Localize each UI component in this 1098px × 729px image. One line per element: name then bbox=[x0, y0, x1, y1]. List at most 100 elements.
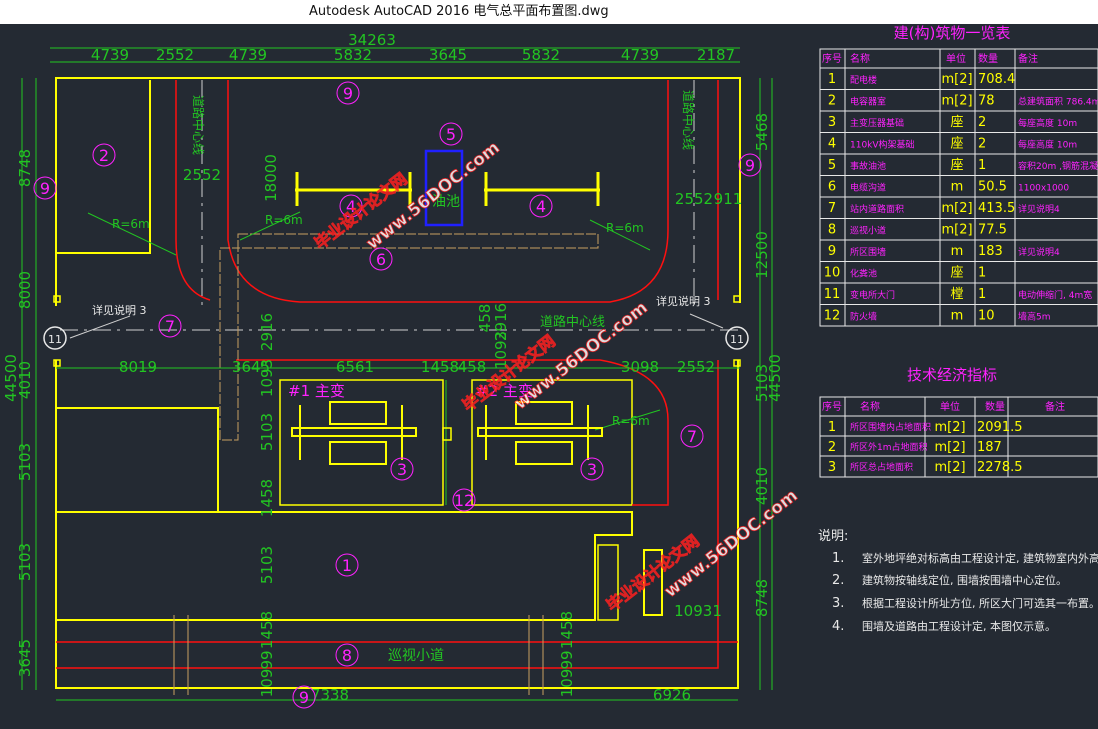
tech-cell: 2091.5 bbox=[977, 420, 1023, 435]
radius-label: R=6m bbox=[612, 414, 650, 428]
tech-cell: m[2] bbox=[934, 420, 965, 435]
transformer-1 bbox=[291, 401, 417, 465]
dim-top-seg: 4739 bbox=[229, 46, 267, 64]
building-cell: m bbox=[951, 244, 964, 259]
building-cell: 2 bbox=[828, 94, 836, 109]
notes-title: 说明: bbox=[818, 529, 848, 544]
building-header: 序号 bbox=[822, 52, 842, 65]
dim-vertical-mid: 99 bbox=[258, 650, 276, 669]
dim-upper: 18000 bbox=[262, 154, 280, 202]
building-cell: 总建筑面积 786.4m bbox=[1018, 96, 1098, 108]
building-capacitor-room bbox=[55, 407, 219, 513]
dim-mid: 458 bbox=[458, 358, 487, 376]
tech-table: 技术经济指标 序号 名称 单位 数量 备注 1 2 3 m[2] m[2] m[… bbox=[819, 366, 1098, 478]
callout-number: 4 bbox=[536, 197, 546, 216]
dim-right: 5468 bbox=[753, 113, 771, 151]
tech-header: 备注 bbox=[1045, 400, 1065, 413]
building-cell: 电容器室 bbox=[850, 96, 886, 108]
tech-cell: m[2] bbox=[934, 460, 965, 475]
building-header: 单位 bbox=[946, 52, 966, 65]
dim-top-seg: 4739 bbox=[621, 46, 659, 64]
dim-left: 8748 bbox=[16, 149, 34, 187]
building-cell: 77.5 bbox=[978, 223, 1007, 238]
dim-bottom: 6926 bbox=[653, 686, 691, 704]
dim-right: 12500 bbox=[753, 231, 771, 279]
building-cell: 座 bbox=[950, 158, 963, 173]
building-cell: 防火墙 bbox=[850, 311, 877, 323]
watermarks: www.56DOC.com 毕业设计论文网 www.56DOC.com 毕业设计… bbox=[310, 137, 802, 615]
building-cell: m[2] bbox=[941, 223, 972, 238]
note-text: 建筑物按轴线定位, 围墙按围墙中心定位。 bbox=[862, 573, 1067, 587]
notes: 说明: 1. 室外地坪绝对标高由工程设计定, 建筑物室内外高差0.45m 2. … bbox=[818, 529, 1098, 634]
callout-number: 7 bbox=[687, 427, 697, 446]
building-cell: 站内道路面积 bbox=[850, 203, 904, 215]
callout-number: 6 bbox=[376, 250, 386, 269]
building-header: 名称 bbox=[850, 52, 870, 65]
detail-note: 详见说明 3 bbox=[656, 294, 711, 308]
building-cell: 10 bbox=[978, 309, 995, 324]
building-cell: 50.5 bbox=[978, 180, 1007, 195]
building-cell: 8 bbox=[828, 223, 836, 238]
callout-number: 9 bbox=[343, 84, 353, 103]
callout-number: 9 bbox=[745, 156, 755, 175]
note-number: 4. bbox=[832, 619, 844, 634]
building-cell: 变电所大门 bbox=[850, 289, 895, 301]
building-cell: 183 bbox=[978, 244, 1003, 259]
dim-vertical-mid: 109 bbox=[258, 669, 276, 698]
cad-drawing[interactable]: 34263 4739 2552 4739 5832 3645 5832 4739… bbox=[0, 24, 1098, 729]
building-cell: 座 bbox=[950, 115, 963, 130]
radius-label: R=6m bbox=[265, 213, 303, 227]
dim-left: 8000 bbox=[16, 271, 34, 309]
building-cell: 墙高5m bbox=[1018, 311, 1051, 323]
building-table-title: 建(构)筑物一览表 bbox=[894, 24, 1011, 42]
building-cell: 所区围墙 bbox=[850, 246, 886, 258]
tech-cell: m[2] bbox=[934, 440, 965, 455]
road-center-label: 道路中心线 bbox=[540, 314, 605, 330]
tech-cell: 1 bbox=[828, 420, 836, 435]
building-cell: 78 bbox=[978, 94, 995, 109]
building-cell: 6 bbox=[828, 180, 836, 195]
road-center-label: 道路中心线 bbox=[681, 90, 696, 150]
dim-left: 4010 bbox=[16, 361, 34, 399]
building-cell: 每座高度 10m bbox=[1018, 117, 1077, 129]
tech-table-title: 技术经济指标 bbox=[907, 366, 997, 384]
dim-vertical-mid: 99 bbox=[558, 650, 576, 669]
window-title-bar: Autodesk AutoCAD 2016 电气总平面布置图.dwg bbox=[0, 0, 1098, 24]
window-title: Autodesk AutoCAD 2016 电气总平面布置图.dwg bbox=[309, 4, 609, 19]
dim-mid: 3098 bbox=[621, 358, 659, 376]
building-cell: 2 bbox=[978, 115, 986, 130]
gate-leader-left bbox=[69, 315, 131, 339]
patrol-path-label: 巡视小道 bbox=[388, 648, 444, 664]
tech-cell: 2278.5 bbox=[977, 460, 1023, 475]
dim-upper: 2552 bbox=[675, 190, 713, 208]
tech-cell: 187 bbox=[977, 440, 1002, 455]
dim-mid: 1458 bbox=[421, 358, 459, 376]
dim-bottom: 7338 bbox=[311, 686, 349, 704]
callout-number: 9 bbox=[299, 688, 309, 707]
building-cell: 7 bbox=[828, 201, 836, 216]
note-number: 1. bbox=[832, 551, 844, 566]
building-cell: 电动伸缩门, 4m宽 bbox=[1018, 289, 1092, 301]
dim-vertical-mid: 2916 bbox=[258, 313, 276, 351]
building-cell: 座 bbox=[950, 137, 963, 152]
building-cell: 每座高度 10m bbox=[1018, 139, 1077, 151]
building-cell: 708.4 bbox=[978, 72, 1015, 87]
ladder-right bbox=[528, 615, 544, 695]
tech-header: 序号 bbox=[822, 400, 842, 413]
dim-right: 5103 bbox=[753, 364, 771, 402]
callout-number: 11 bbox=[730, 333, 744, 346]
dim-right: 4010 bbox=[753, 467, 771, 505]
dim-top-seg: 4739 bbox=[91, 46, 129, 64]
dim-vertical-mid: 1458 bbox=[258, 479, 276, 517]
dim-top-seg: 2552 bbox=[156, 46, 194, 64]
callout-number: 1 bbox=[342, 556, 352, 575]
building-cell: 1 bbox=[978, 158, 986, 173]
dim-top-seg: 2187 bbox=[697, 46, 735, 64]
dim-vertical-mid: 5103 bbox=[258, 546, 276, 584]
drawing-canvas[interactable]: 34263 4739 2552 4739 5832 3645 5832 4739… bbox=[0, 24, 1098, 729]
building-cell: 电缆沟道 bbox=[850, 182, 886, 194]
dim-vertical-mid: 5103 bbox=[258, 413, 276, 451]
building-cell: 详见说明4 bbox=[1018, 246, 1060, 258]
dim-vertical-mid: 109 bbox=[558, 669, 576, 698]
tech-cell: 所区外1m占地面积 bbox=[850, 441, 928, 453]
